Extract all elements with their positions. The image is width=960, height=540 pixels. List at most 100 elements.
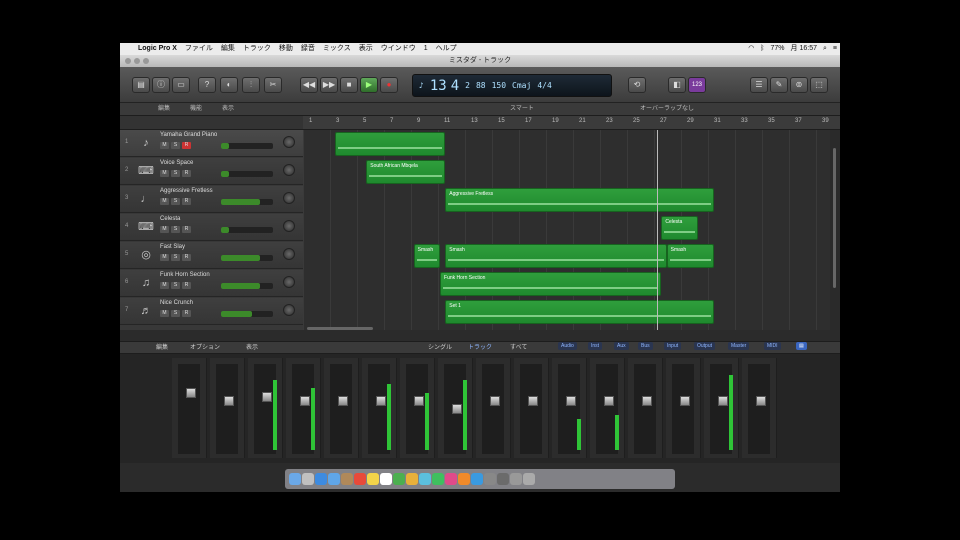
maps-icon[interactable] [393,473,405,485]
track-header[interactable]: 1 ♪ Yamaha Grand Piano M S R [120,130,303,157]
fader-cap[interactable] [680,396,690,406]
mixer-all-tab[interactable]: すべて [510,342,527,354]
region[interactable]: South African Mbqela [366,160,446,184]
wifi-icon[interactable]: ◠ [745,43,757,55]
menu-record[interactable]: 録音 [297,43,319,55]
volume-slider[interactable] [221,255,273,261]
calendar-icon[interactable] [354,473,366,485]
pan-knob[interactable] [283,304,295,316]
fader-cap[interactable] [224,396,234,406]
list-editors-button[interactable]: ☰ [750,77,768,93]
region[interactable]: Smash [445,244,667,268]
inspector-button[interactable]: ⓘ [152,77,170,93]
filter-aux[interactable]: Aux [614,342,629,350]
track-header[interactable]: 7 ♬ Nice Crunch M S R [120,298,303,325]
playhead[interactable] [657,130,658,330]
fader-track[interactable] [254,364,277,454]
messages-icon[interactable] [419,473,431,485]
fader-track[interactable] [330,364,352,454]
record-enable-button[interactable]: R [182,282,191,289]
mute-button[interactable]: M [160,254,169,261]
trash-icon[interactable] [523,473,535,485]
region[interactable]: Set 1 [445,300,715,324]
fader-track[interactable] [178,364,200,454]
region[interactable] [334,132,446,156]
mute-button[interactable]: M [160,170,169,177]
fader-cap[interactable] [642,396,652,406]
mixer-view-menu[interactable]: 表示 [246,342,258,354]
volume-slider[interactable] [221,199,273,205]
track-header[interactable]: 2 ⌨ Voice Space M S R [120,158,303,185]
zoom-icon[interactable] [143,58,149,64]
track-name[interactable]: Yamaha Grand Piano [160,132,217,138]
mute-button[interactable]: M [160,226,169,233]
pan-knob[interactable] [283,192,295,204]
volume-slider[interactable] [221,227,273,233]
record-enable-button[interactable]: R [182,198,191,205]
photos-icon[interactable] [406,473,418,485]
horizontal-scrollbar[interactable] [303,325,830,330]
ruler[interactable]: 1 3 5 7 9 11 13 15 17 19 21 23 25 27 29 31 33 35 37 39 [303,116,840,130]
battery-label[interactable]: 77% [768,43,788,55]
spotlight-icon[interactable]: ⌕ [820,43,830,55]
close-icon[interactable] [125,58,131,64]
record-enable-button[interactable]: R [182,310,191,317]
ibooks-icon[interactable] [458,473,470,485]
filter-audio[interactable]: Audio [558,342,577,350]
record-enable-button[interactable]: R [182,254,191,261]
mixer-edit-menu[interactable]: 編集 [156,342,168,354]
itunes-icon[interactable] [445,473,457,485]
pan-knob[interactable] [283,248,295,260]
drag-mode-menu[interactable]: オーバーラップなし [640,103,694,116]
region[interactable]: Celesta [661,216,699,240]
fader-track[interactable] [634,364,656,454]
volume-slider[interactable] [221,143,273,149]
filter-input[interactable]: Input [664,342,682,350]
menu-track[interactable]: トラック [239,43,275,55]
record-enable-button[interactable]: R [182,142,191,149]
fader-track[interactable] [482,364,504,454]
help-button[interactable]: ? [198,77,216,93]
fader-cap[interactable] [376,396,386,406]
filter-master[interactable]: Master [728,342,750,350]
record-icon[interactable]: ● [380,77,398,93]
scroll-thumb[interactable] [833,148,836,288]
solo-button[interactable]: S [171,170,180,177]
reminders-icon[interactable] [380,473,392,485]
mute-button[interactable]: M [160,282,169,289]
play-icon[interactable]: ▶ [360,77,378,93]
track-name[interactable]: Voice Space [160,160,193,166]
mixer-button[interactable]: ⫶ [242,77,260,93]
fader-cap[interactable] [452,404,462,414]
mixer-options-menu[interactable]: オプション [190,342,220,354]
library-button[interactable]: ▤ [132,77,150,93]
preferences-icon[interactable] [484,473,496,485]
fader-track[interactable] [710,364,733,454]
mail-icon[interactable] [328,473,340,485]
fader-track[interactable] [672,364,694,454]
solo-button[interactable]: S [171,282,180,289]
facetime-icon[interactable] [432,473,444,485]
vertical-scrollbar[interactable] [830,130,840,330]
loop-browser-button[interactable]: ⊚ [790,77,808,93]
bluetooth-icon[interactable]: ᛒ [757,43,767,55]
menu-window[interactable]: ウインドウ [377,43,420,55]
tracks-function-menu[interactable]: 機能 [190,103,202,116]
solo-button[interactable]: S [171,198,180,205]
browser-button[interactable]: ⬚ [810,77,828,93]
track-name[interactable]: Aggressive Fretless [160,188,213,194]
fader-track[interactable] [292,364,315,454]
solo-button[interactable]: S [171,226,180,233]
fader-track[interactable] [406,364,429,454]
fader-cap[interactable] [414,396,424,406]
region[interactable]: Aggressive Fretless [445,188,715,212]
tuner-button[interactable]: ◧ [668,77,686,93]
fast-forward-icon[interactable]: ▶▶ [320,77,338,93]
record-enable-button[interactable]: R [182,170,191,177]
pan-knob[interactable] [283,276,295,288]
mute-button[interactable]: M [160,198,169,205]
filter-output[interactable]: Output [694,342,716,350]
tracks-edit-menu[interactable]: 編集 [158,103,170,116]
launchpad-icon[interactable] [302,473,314,485]
menu-file[interactable]: ファイル [181,43,217,55]
